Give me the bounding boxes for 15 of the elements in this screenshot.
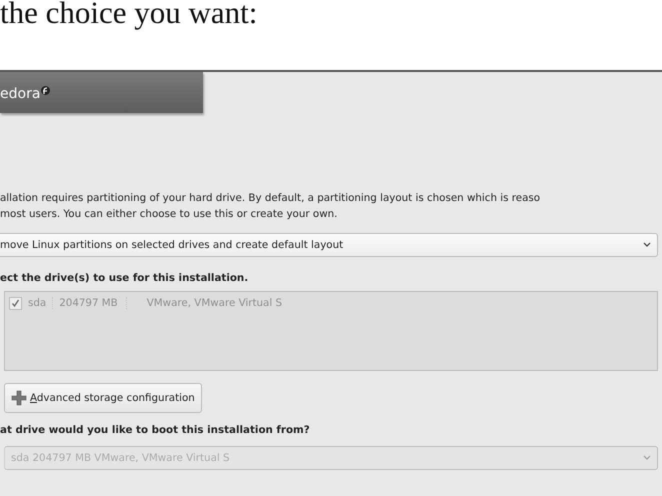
boot-heading: at drive would you like to boot this installation from? [0,423,311,437]
logo-text: edora [0,86,40,102]
document-text: the choice you want: [0,0,258,30]
chevron-icon [643,455,651,461]
drive-size: 204797 MB [59,297,127,309]
advanced-storage-button[interactable]: Advanced storage configuration [4,383,202,413]
chevron-icon [643,242,651,248]
description-text: allation requires partitioning of your hard drive. By default, a partitioning layout is chosen which is reaso [0,191,540,206]
plus-icon [11,390,27,406]
drive-model: VMware, VMware Virtual S [146,297,284,309]
description-text: most users. You can either choose to use this or create your own. [0,207,338,222]
drive-name: sda [28,297,54,309]
logo-icon [41,86,50,95]
drives-heading: ect the drive(s) to use for this installation. [0,271,250,285]
layout-dropdown[interactable]: move Linux partitions on selected drives and create default layout [0,233,658,257]
